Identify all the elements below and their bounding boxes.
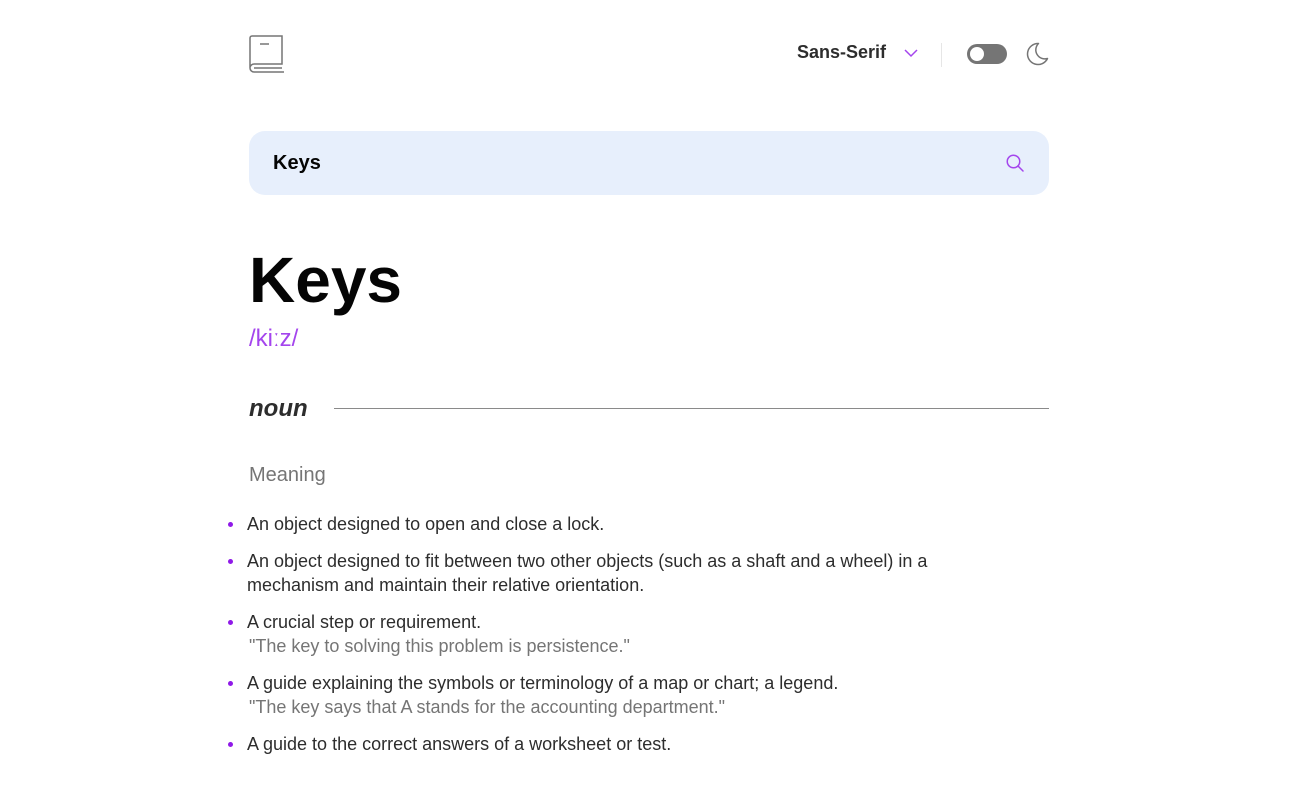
definition-item: An object designed to open and close a l… xyxy=(228,512,1007,536)
bullet-icon xyxy=(228,742,233,747)
bullet-icon xyxy=(228,559,233,564)
header: Sans-Serif xyxy=(249,35,1049,75)
font-selector-label: Sans-Serif xyxy=(796,42,886,62)
definition-item: A guide explaining the symbols or termin… xyxy=(228,671,1007,719)
word-title: Keys xyxy=(249,244,402,316)
moon-icon[interactable] xyxy=(1025,42,1049,66)
definition-text: An object designed to fit between two ot… xyxy=(247,551,928,595)
part-of-speech-divider xyxy=(334,408,1049,409)
definition-item: A guide to the correct answers of a work… xyxy=(228,732,1007,756)
definition-text: A crucial step or requirement. xyxy=(247,612,482,632)
definition-text: A guide to the correct answers of a work… xyxy=(247,734,672,754)
book-icon[interactable] xyxy=(249,35,285,73)
bullet-icon xyxy=(228,681,233,686)
chevron-down-icon xyxy=(904,48,918,57)
bullet-icon xyxy=(228,620,233,625)
search-input[interactable] xyxy=(273,131,973,195)
meaning-heading: Meaning xyxy=(249,464,326,486)
theme-toggle[interactable] xyxy=(967,44,1007,64)
definition-text: An object designed to open and close a l… xyxy=(247,514,605,534)
bullet-icon xyxy=(228,522,233,527)
search-bar xyxy=(249,131,1049,195)
definition-item: A crucial step or requirement. "The key … xyxy=(228,610,1007,658)
search-icon[interactable] xyxy=(1006,154,1024,172)
font-selector[interactable]: Sans-Serif xyxy=(797,42,918,63)
part-of-speech-row: noun xyxy=(249,393,1049,425)
definition-text: A guide explaining the symbols or termin… xyxy=(247,673,839,693)
header-divider xyxy=(941,43,942,67)
part-of-speech: noun xyxy=(249,395,308,422)
definition-list: An object designed to open and close a l… xyxy=(228,512,1007,769)
definition-item: An object designed to fit between two ot… xyxy=(228,549,1007,597)
toggle-knob xyxy=(970,47,984,61)
phonetic: /kiːz/ xyxy=(249,325,299,352)
